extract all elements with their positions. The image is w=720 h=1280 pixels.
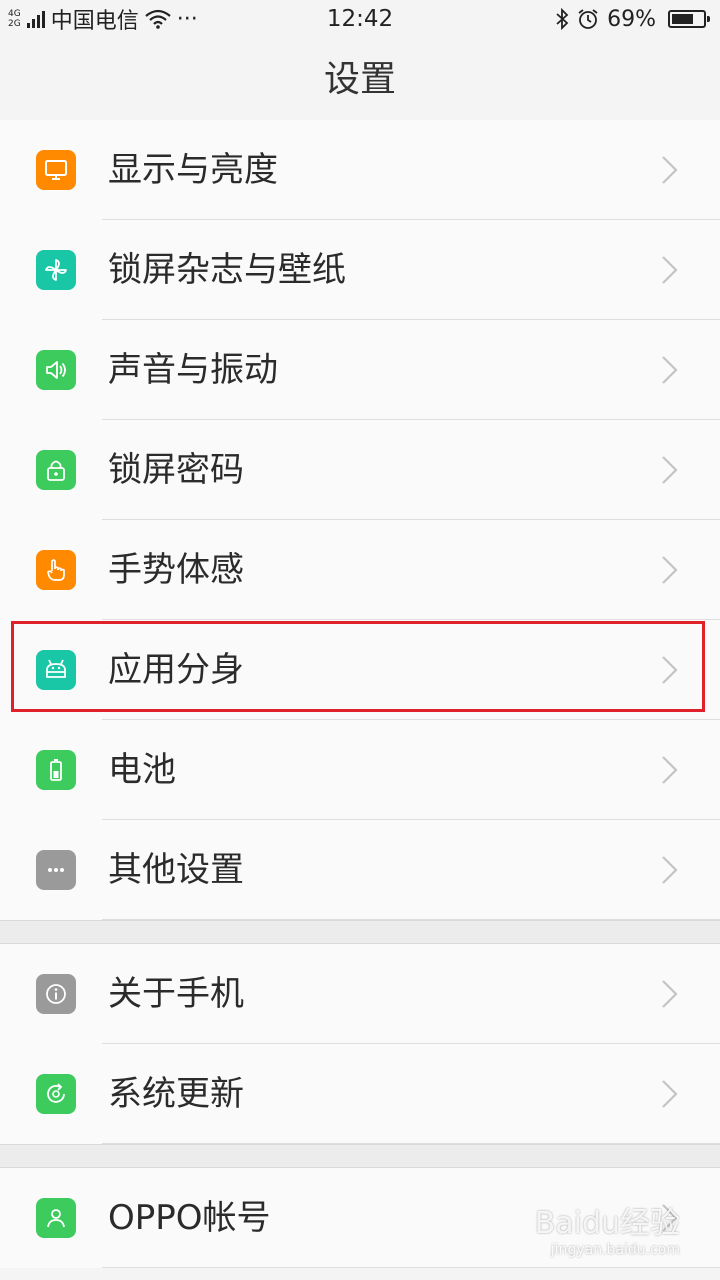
settings-item-label: 声音与振动 <box>108 350 278 390</box>
settings-item-label: 锁屏密码 <box>108 450 244 490</box>
settings-item[interactable]: 应用分身 <box>0 620 720 720</box>
page-title: 设置 <box>0 40 720 121</box>
chevron-right-icon <box>660 854 680 886</box>
chevron-right-icon <box>660 454 680 486</box>
display-icon <box>36 150 76 190</box>
more-dots-icon <box>36 850 76 890</box>
info-icon <box>36 974 76 1014</box>
settings-item[interactable]: 手势体感 <box>0 520 720 620</box>
speaker-icon <box>36 350 76 390</box>
battery-icon <box>36 750 76 790</box>
status-bar: 4G 2G 中国电信 ··· 12:42 69% <box>0 0 720 40</box>
settings-item-label: 关于手机 <box>108 974 244 1014</box>
pinwheel-icon <box>36 250 76 290</box>
row-separator <box>102 1267 720 1268</box>
lock-icon <box>36 450 76 490</box>
settings-item-label: OPPO帐号 <box>108 1198 271 1238</box>
status-right: 69% <box>555 4 710 34</box>
update-icon <box>36 1074 76 1114</box>
settings-item[interactable]: 电池 <box>0 720 720 820</box>
chevron-right-icon <box>660 554 680 586</box>
settings-item[interactable]: 声音与振动 <box>0 320 720 420</box>
settings-item[interactable]: 锁屏密码 <box>0 420 720 520</box>
watermark-logo: Baidu经验 <box>534 1206 680 1241</box>
settings-item-label: 电池 <box>108 750 176 790</box>
settings-item-label: 显示与亮度 <box>108 150 278 190</box>
chevron-right-icon <box>660 754 680 786</box>
chevron-right-icon <box>660 354 680 386</box>
alarm-icon <box>578 9 598 29</box>
chevron-right-icon <box>660 978 680 1010</box>
group-divider <box>0 920 720 944</box>
settings-item-label: 锁屏杂志与壁纸 <box>108 250 346 290</box>
app-clone-icon <box>36 650 76 690</box>
settings-item[interactable]: 其他设置 <box>0 820 720 920</box>
chevron-right-icon <box>660 654 680 686</box>
settings-item[interactable]: 系统更新 <box>0 1044 720 1144</box>
bluetooth-icon <box>556 8 569 30</box>
settings-item[interactable]: 关于手机 <box>0 944 720 1044</box>
settings-group-system: 关于手机 系统更新 <box>0 944 720 1144</box>
settings-item-label: 系统更新 <box>108 1074 244 1114</box>
battery-percent: 69% <box>607 6 656 32</box>
account-icon <box>36 1198 76 1238</box>
group-divider <box>0 1144 720 1168</box>
settings-item-label: 其他设置 <box>108 850 244 890</box>
gesture-hand-icon <box>36 550 76 590</box>
settings-item[interactable]: 显示与亮度 <box>0 120 720 220</box>
watermark-url: jingyan.baidu.com <box>550 1242 680 1258</box>
chevron-right-icon <box>660 1078 680 1110</box>
chevron-right-icon <box>660 154 680 186</box>
settings-item[interactable]: 锁屏杂志与壁纸 <box>0 220 720 320</box>
settings-group-main: 显示与亮度锁屏杂志与壁纸 声音与振动锁屏密码手势体感应用分身电池其他设置 <box>0 120 720 920</box>
settings-item-label: 应用分身 <box>108 650 244 690</box>
chevron-right-icon <box>660 254 680 286</box>
settings-item-label: 手势体感 <box>108 550 244 590</box>
battery-status-icon <box>668 10 710 28</box>
